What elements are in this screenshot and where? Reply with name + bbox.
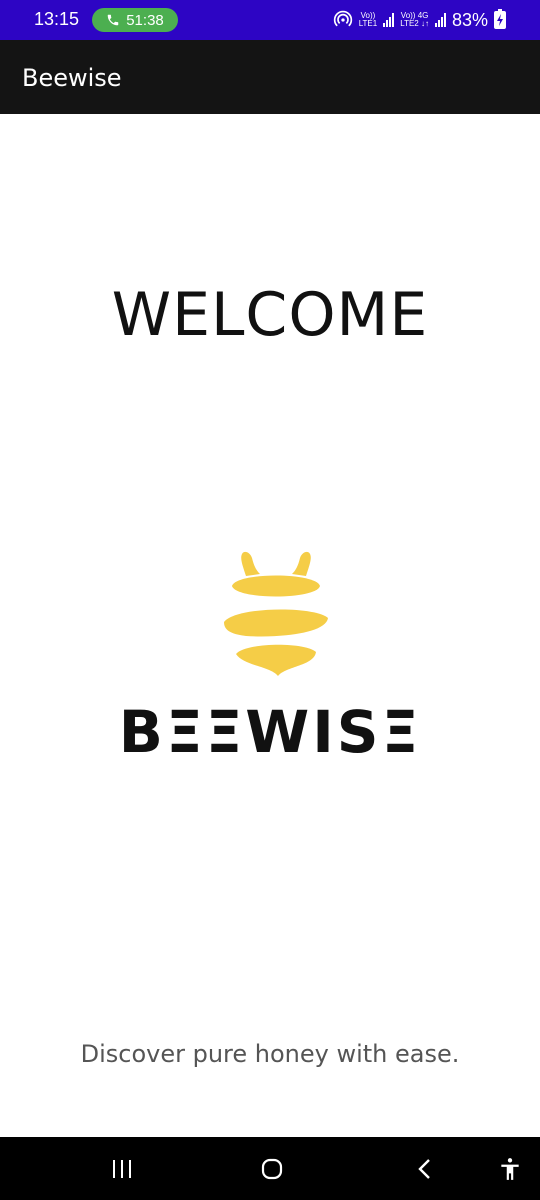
tagline: Discover pure honey with ease. — [80, 1040, 460, 1068]
accessibility-button[interactable] — [480, 1137, 540, 1200]
status-icons: Vo)) LTE1 Vo)) 4G LTE2 ↓↑ 83% — [333, 6, 506, 34]
sim1-label: Vo)) LTE1 — [358, 11, 378, 28]
bee-logo-icon — [224, 551, 328, 676]
hotspot-icon — [333, 10, 352, 27]
back-icon — [418, 1158, 430, 1179]
app-bar: Beewise — [0, 40, 540, 114]
call-duration: 51:38 — [126, 11, 164, 29]
home-button[interactable] — [242, 1137, 302, 1200]
home-icon — [261, 1158, 283, 1179]
welcome-heading: WELCOME — [111, 280, 429, 350]
sim2-label: Vo)) 4G LTE2 ↓↑ — [400, 11, 429, 28]
brand-wordmark: BΞΞWISΞ — [118, 698, 422, 766]
recent-apps-icon — [113, 1159, 131, 1178]
status-time: 13:15 — [34, 9, 80, 29]
app-title: Beewise — [22, 64, 122, 92]
ongoing-call-pill[interactable]: 51:38 — [92, 8, 178, 32]
battery-percent: 83% — [451, 9, 488, 30]
phone-icon — [107, 14, 119, 26]
status-bar: 13:15 51:38 Vo)) LTE1 Vo)) 4G LTE2 ↓↑ 83… — [0, 0, 540, 40]
back-button[interactable] — [395, 1137, 455, 1200]
recent-apps-button[interactable] — [92, 1137, 152, 1200]
battery-icon — [494, 9, 506, 29]
signal-icon-2 — [434, 13, 446, 27]
navigation-bar — [0, 1137, 540, 1200]
accessibility-icon — [501, 1157, 519, 1180]
signal-icon — [383, 13, 395, 27]
